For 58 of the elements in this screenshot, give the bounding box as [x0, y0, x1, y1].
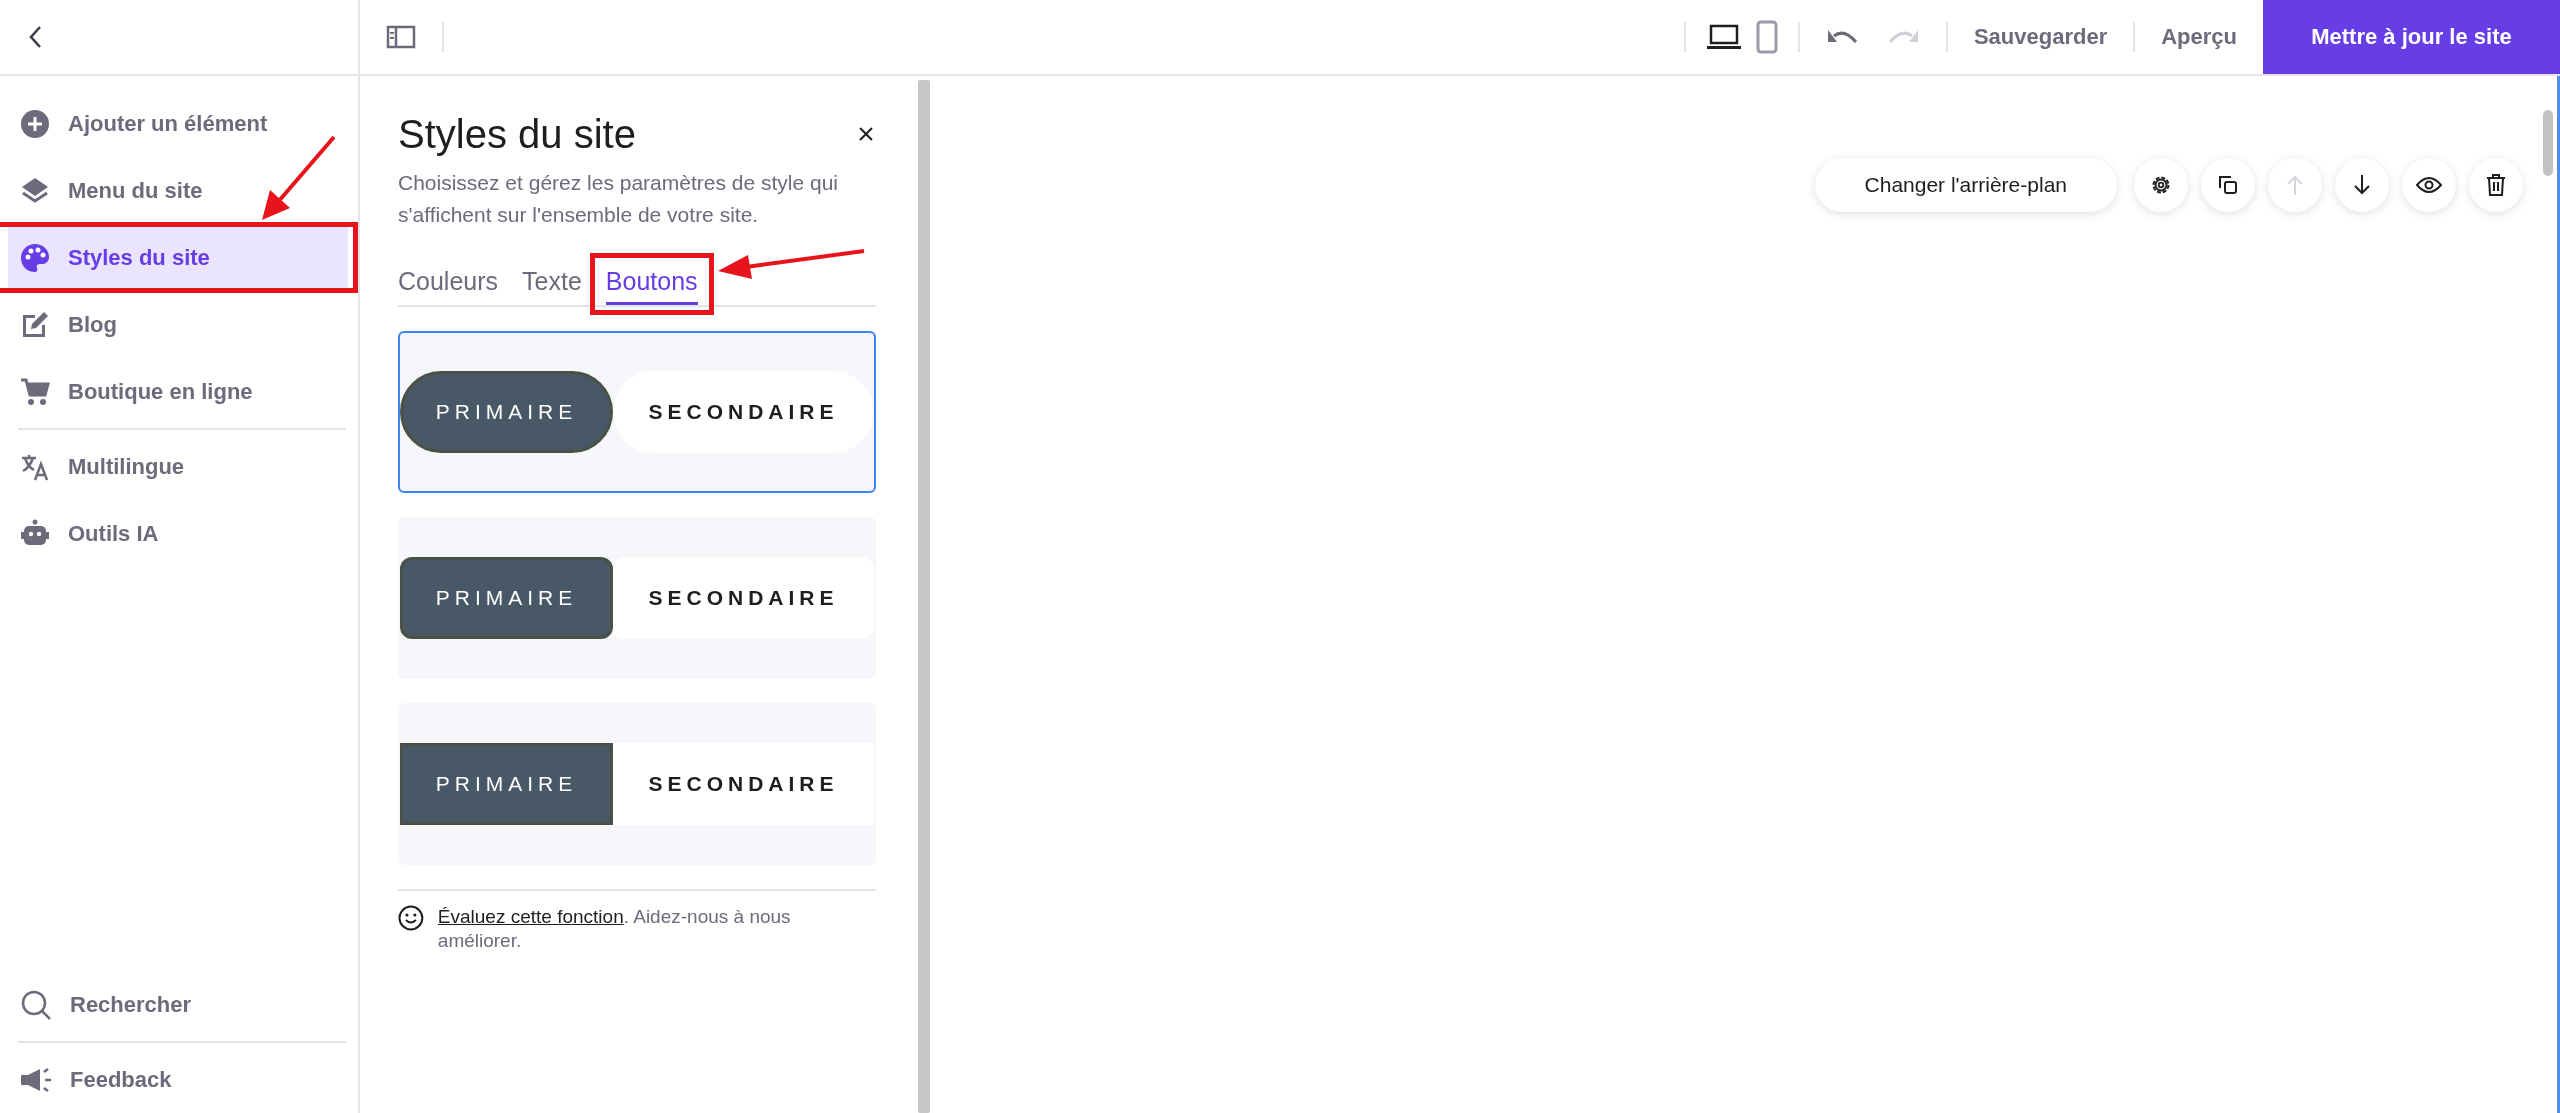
- change-background-button[interactable]: Changer l'arrière-plan: [1814, 158, 2117, 212]
- search-icon: [20, 988, 52, 1021]
- copy-icon: [2217, 174, 2239, 196]
- delete-button[interactable]: [2469, 158, 2523, 212]
- arrow-down-icon: [2353, 174, 2371, 196]
- desktop-view-button[interactable]: [1705, 23, 1742, 51]
- secondary-button-sample: SECONDAIRE: [613, 557, 874, 639]
- sidebar-item[interactable]: Multilingue: [8, 433, 348, 500]
- edit-icon: [20, 309, 50, 340]
- primary-button-sample: PRIMAIRE: [400, 371, 613, 453]
- close-icon: [858, 126, 874, 142]
- sidebar-item[interactable]: Ajouter un élément: [8, 90, 348, 157]
- panel-title: Styles du site: [398, 112, 636, 157]
- sidebar-item[interactable]: Rechercher: [8, 971, 348, 1038]
- settings-button[interactable]: [2134, 158, 2188, 212]
- phone-icon: [1755, 20, 1778, 54]
- mobile-view-button[interactable]: [1755, 20, 1778, 54]
- feedback-text: Évaluez cette fonction. Aidez-nous à nous améliorer.: [437, 905, 792, 953]
- layout-icon: [386, 25, 416, 49]
- back-button[interactable]: [28, 25, 42, 49]
- arrow-up-icon: [2286, 174, 2304, 196]
- trash-icon: [2486, 173, 2506, 197]
- primary-button-sample: PRIMAIRE: [400, 743, 613, 825]
- tab[interactable]: Boutons: [605, 261, 698, 305]
- tab[interactable]: Couleurs: [398, 261, 499, 305]
- primary-button-sample: PRIMAIRE: [400, 557, 613, 639]
- rate-feature-link[interactable]: Évaluez cette fonction: [437, 906, 624, 927]
- plus-circle-icon: [20, 108, 50, 139]
- publish-button[interactable]: Mettre à jour le site: [2263, 0, 2560, 74]
- panel-description: Choisissez et gérez les paramètres de style qui s'affichent sur l'ensemble de votre site.: [398, 170, 840, 228]
- megaphone-icon: [20, 1066, 52, 1093]
- secondary-button-sample: SECONDAIRE: [613, 743, 874, 825]
- down-button[interactable]: [2335, 158, 2389, 212]
- visibility-button[interactable]: [2402, 158, 2456, 212]
- preview-button[interactable]: Aperçu: [2161, 24, 2237, 50]
- sidebar-item[interactable]: Boutique en ligne: [8, 358, 348, 425]
- settings-icon: [2150, 174, 2172, 196]
- sidebar-item[interactable]: Feedback: [8, 1046, 348, 1113]
- duplicate-button[interactable]: [2201, 158, 2255, 212]
- scrollbar[interactable]: [918, 80, 930, 1113]
- button-style-card[interactable]: PRIMAIRE SECONDAIRE: [398, 331, 876, 493]
- button-style-card[interactable]: PRIMAIRE SECONDAIRE: [398, 517, 876, 679]
- eye-icon: [2416, 176, 2442, 194]
- secondary-button-sample: SECONDAIRE: [613, 371, 874, 453]
- button-style-card[interactable]: PRIMAIRE SECONDAIRE: [398, 703, 876, 865]
- sidebar-item[interactable]: Menu du site: [8, 157, 348, 224]
- scrollbar-thumb[interactable]: [2543, 110, 2553, 176]
- sidebar-item[interactable]: Blog: [8, 291, 348, 358]
- laptop-icon: [1705, 23, 1742, 51]
- palette-icon: [20, 242, 50, 273]
- tab[interactable]: Texte: [522, 261, 582, 305]
- close-button[interactable]: [858, 126, 874, 142]
- cart-icon: [20, 376, 50, 407]
- smiley-icon: [398, 905, 424, 931]
- chevron-left-icon: [28, 25, 42, 49]
- sidebar-item[interactable]: Outils IA: [8, 500, 348, 567]
- save-button[interactable]: Sauvegarder: [1973, 24, 2108, 50]
- sidebar-toggle-button[interactable]: [386, 25, 416, 49]
